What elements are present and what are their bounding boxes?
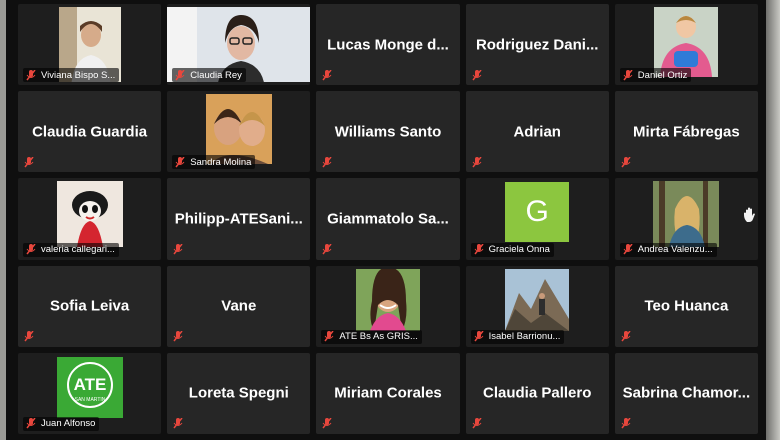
svg-text:ATE: ATE <box>73 375 106 394</box>
name-label: Sandra Molina <box>172 155 256 170</box>
participant-label-text: Andrea Valenzu... <box>637 244 713 256</box>
participant-tile[interactable]: Giammatolo Sa... <box>316 178 460 260</box>
participant-tile[interactable]: Adrian <box>465 91 609 173</box>
participant-tile[interactable]: Miriam Corales <box>316 352 460 434</box>
participant-name: Mirta Fábregas <box>633 123 740 141</box>
participant-name: Philipp-ATESani... <box>174 210 303 228</box>
mic-off-icon <box>622 69 634 81</box>
participant-label-text: Graciela Onna <box>488 244 550 256</box>
monitor-frame: Viviana Bispo S... Claudia Rey Lucas Mon… <box>6 0 766 440</box>
name-label: Juan Alfonso <box>23 416 100 431</box>
avatar: G <box>505 182 570 242</box>
mic-off-icon <box>321 418 333 430</box>
participant-name: Lucas Monge d... <box>327 36 449 54</box>
mic-off-icon <box>321 244 333 256</box>
participant-name: Teo Huanca <box>644 297 729 315</box>
mic-off-icon <box>23 331 35 343</box>
participant-tile[interactable]: Sofia Leiva <box>18 265 162 347</box>
participant-name: Sofia Leiva <box>49 297 130 315</box>
participant-tile[interactable]: Claudia Rey <box>167 4 311 86</box>
raised-hand-icon <box>742 206 760 224</box>
participant-name: Williams Santo <box>334 123 442 141</box>
participant-tile[interactable]: Lucas Monge d... <box>316 4 460 86</box>
participant-label-text: Viviana Bispo S... <box>41 69 116 81</box>
participant-label-text: valeria callegari... <box>41 244 115 256</box>
name-label: Daniel Ortiz <box>619 68 692 83</box>
mic-off-icon <box>473 244 485 256</box>
participant-tile[interactable]: Philipp-ATESani... <box>167 178 311 260</box>
participant-label-text: Claudia Rey <box>190 69 242 81</box>
name-label: Isabel Barrionu... <box>470 329 565 344</box>
participant-tile[interactable]: Loreta Spegni <box>167 352 311 434</box>
participant-tile[interactable]: Sabrina Chamor... <box>614 352 758 434</box>
participant-name: Vane <box>221 297 257 315</box>
participant-name: Miriam Corales <box>334 384 442 402</box>
participant-name: Loreta Spegni <box>188 384 289 402</box>
mic-off-icon <box>172 331 184 343</box>
participant-tile[interactable]: Daniel Ortiz <box>614 4 758 86</box>
participant-label-text: Sandra Molina <box>190 156 252 168</box>
mic-off-icon <box>172 418 184 430</box>
name-label: Viviana Bispo S... <box>23 68 120 83</box>
mic-off-icon <box>620 156 632 168</box>
mic-off-icon <box>23 156 35 168</box>
participant-tile[interactable]: Sandra Molina <box>167 91 311 173</box>
participant-tile[interactable]: Rodriguez Dani... <box>465 4 609 86</box>
mic-off-icon <box>321 69 333 81</box>
participant-tile[interactable]: ATE Bs As GRIS... <box>316 265 460 347</box>
participant-tile[interactable]: Isabel Barrionu... <box>465 265 609 347</box>
name-label: Andrea Valenzu... <box>619 242 717 257</box>
gallery-grid: Viviana Bispo S... Claudia Rey Lucas Mon… <box>18 4 758 434</box>
participant-tile[interactable]: Andrea Valenzu... <box>614 178 758 260</box>
participant-tile[interactable]: Claudia Pallero <box>465 352 609 434</box>
svg-text:SAN MARTIN: SAN MARTIN <box>74 397 105 403</box>
name-label: valeria callegari... <box>23 242 119 257</box>
participant-name: Adrian <box>513 123 561 141</box>
participant-tile[interactable]: Viviana Bispo S... <box>18 4 162 86</box>
participant-name: Rodriguez Dani... <box>475 36 599 54</box>
name-label: Claudia Rey <box>172 68 246 83</box>
participant-tile[interactable]: Claudia Guardia <box>18 91 162 173</box>
ate-logo: ATE SAN MARTIN <box>56 356 123 418</box>
mic-off-icon <box>473 331 485 343</box>
participant-tile[interactable]: Mirta Fábregas <box>614 91 758 173</box>
participant-name: Claudia Guardia <box>32 123 148 141</box>
participant-tile[interactable]: valeria callegari... <box>18 178 162 260</box>
mic-off-icon <box>620 331 632 343</box>
mic-off-icon <box>25 244 37 256</box>
avatar-letter: G <box>525 194 549 228</box>
mic-off-icon <box>471 156 483 168</box>
mic-off-icon <box>174 156 186 168</box>
mic-off-icon <box>25 69 37 81</box>
participant-tile[interactable]: G Graciela Onna <box>465 178 609 260</box>
mic-off-icon <box>321 156 333 168</box>
participant-name: Sabrina Chamor... <box>622 384 751 402</box>
mic-off-icon <box>471 69 483 81</box>
mic-off-icon <box>622 244 634 256</box>
participant-tile[interactable]: Vane <box>167 265 311 347</box>
participant-label-text: Isabel Barrionu... <box>488 331 561 343</box>
participant-name: Claudia Pallero <box>483 384 592 402</box>
mic-off-icon <box>25 418 37 430</box>
screen-bezel <box>766 0 780 440</box>
participant-tile[interactable]: ATE SAN MARTIN Juan Alfonso <box>18 352 162 434</box>
name-label: Graciela Onna <box>470 242 554 257</box>
mic-off-icon <box>174 69 186 81</box>
participant-tile[interactable]: Williams Santo <box>316 91 460 173</box>
participant-name: Giammatolo Sa... <box>327 210 449 228</box>
participant-tile[interactable]: Teo Huanca <box>614 265 758 347</box>
participant-label-text: ATE Bs As GRIS... <box>339 331 418 343</box>
name-label: ATE Bs As GRIS... <box>321 329 422 344</box>
participant-label-text: Daniel Ortiz <box>637 69 688 81</box>
mic-off-icon <box>172 244 184 256</box>
mic-off-icon <box>471 418 483 430</box>
participant-label-text: Juan Alfonso <box>41 418 96 430</box>
mic-off-icon <box>620 418 632 430</box>
mic-off-icon <box>323 331 335 343</box>
